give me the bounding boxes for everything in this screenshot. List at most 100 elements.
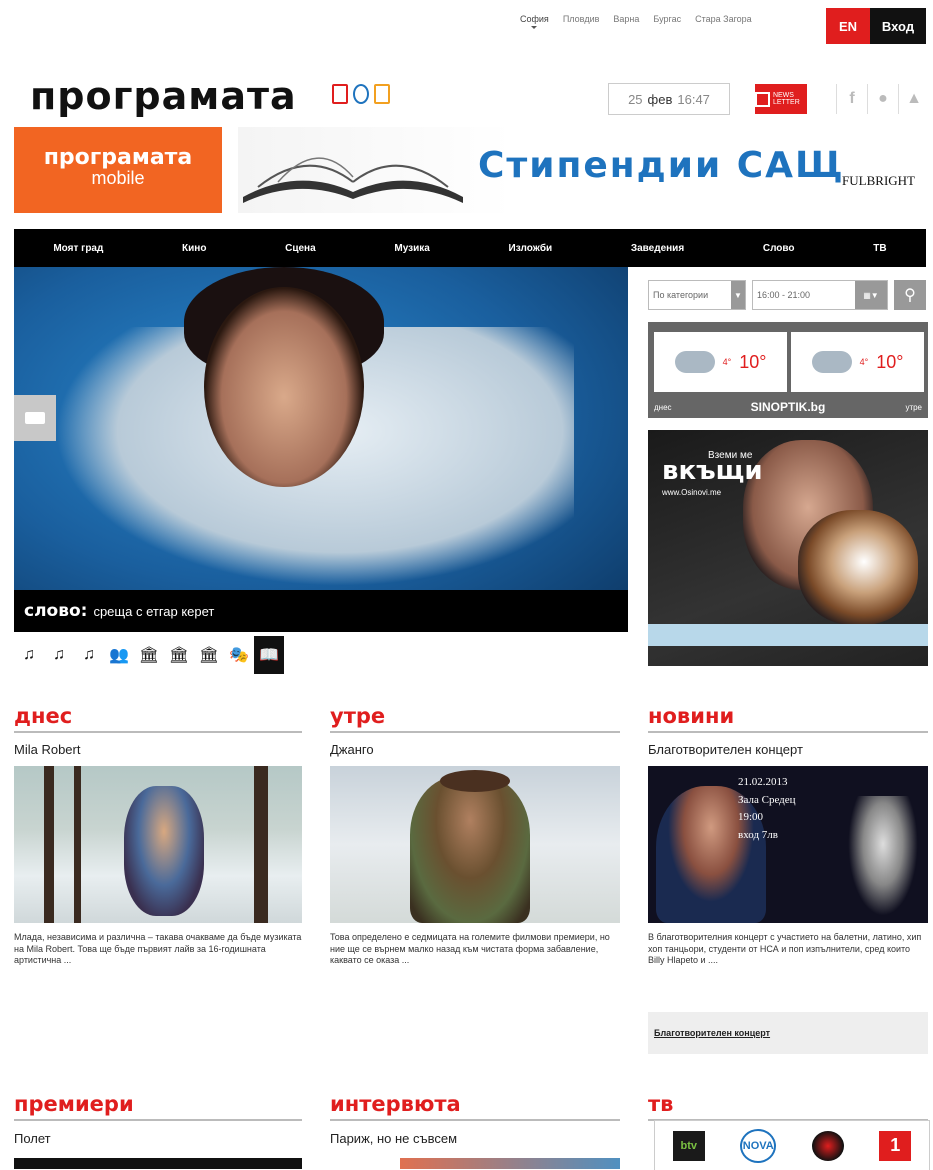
book-icon[interactable]: 📖 xyxy=(254,636,284,674)
event-filter: По категории ▼ 16:00 - 21:00 ▦▼ ⚲ xyxy=(648,280,926,310)
section-divider xyxy=(330,1119,620,1121)
tv7-logo[interactable] xyxy=(811,1130,844,1161)
hero-caption-text: среща с етгар керет xyxy=(93,603,215,619)
time-range-select[interactable]: 16:00 - 21:00 ▦▼ xyxy=(752,280,888,310)
section-divider xyxy=(14,1119,302,1121)
weather-today: 4° 10° xyxy=(654,332,787,392)
android-icon[interactable]: ▲ xyxy=(898,84,929,114)
news-item-description: В благотворителния концерт с участието н… xyxy=(648,932,922,966)
tv-channel-logos: btv NOVA 1 xyxy=(654,1120,930,1170)
phone-icon xyxy=(332,84,348,104)
news-photo-price: вход 7лв xyxy=(738,828,778,841)
date-display: 25 фев 16:47 xyxy=(608,83,730,115)
weather-today-temp: 10° xyxy=(739,351,767,372)
nav-venues[interactable]: Заведения xyxy=(631,243,684,254)
tree-trunk xyxy=(254,766,268,923)
device-icons xyxy=(332,84,390,104)
today-item-title[interactable]: Mila Robert xyxy=(14,742,80,757)
news-photo-time: 19:00 xyxy=(738,811,764,824)
fulbright-logo: FULBRIGHT xyxy=(842,173,915,188)
nav-exhibitions[interactable]: Изложби xyxy=(509,243,553,254)
language-en-button[interactable]: EN xyxy=(826,8,870,44)
theater-masks-icon[interactable]: 🎭 xyxy=(224,636,254,674)
news-item-title[interactable]: Благотворителен концерт xyxy=(648,742,803,757)
section-title-interviews[interactable]: интервюта xyxy=(330,1092,461,1116)
adoption-ad-banner[interactable]: Вземи ме вкъщи www.Osinovi.me xyxy=(648,430,928,666)
music-icon[interactable]: ♫ xyxy=(14,636,44,674)
apple-icon[interactable]: ● xyxy=(867,84,898,114)
section-title-today[interactable]: днес xyxy=(14,704,72,728)
tomorrow-item-description: Това определено е седмицата на големите … xyxy=(330,932,610,966)
nav-my-city[interactable]: Моят град xyxy=(53,243,103,254)
music-icon[interactable]: ♫ xyxy=(44,636,74,674)
tomorrow-item-title[interactable]: Джанго xyxy=(330,742,374,757)
today-item-photo[interactable] xyxy=(14,766,302,923)
ad-title: вкъщи xyxy=(662,456,763,486)
weather-today-low: 4° xyxy=(722,357,732,367)
city-link-burgas[interactable]: Бургас xyxy=(653,14,681,24)
tree-trunk xyxy=(44,766,54,923)
interviews-item-title[interactable]: Париж, но не съвсем xyxy=(330,1131,457,1146)
site-logo[interactable]: програмата xyxy=(30,74,297,118)
nav-stage[interactable]: Сцена xyxy=(285,243,316,254)
nav-word[interactable]: Слово xyxy=(763,243,795,254)
nav-tv[interactable]: ТВ xyxy=(873,243,886,254)
hero-prev-button[interactable] xyxy=(14,395,56,441)
fulbright-ad-banner[interactable]: Стипендии САЩ FULBRIGHT xyxy=(238,127,923,213)
mobile-app-banner[interactable]: програмата mobile xyxy=(14,127,222,213)
hero-caption[interactable]: слово: среща с етгар керет xyxy=(14,590,628,632)
facebook-icon[interactable]: f xyxy=(836,84,867,114)
time-range-value: 16:00 - 21:00 xyxy=(757,290,811,300)
premieres-item-photo[interactable] xyxy=(14,1158,302,1169)
nav-cinema[interactable]: Кино xyxy=(182,243,206,254)
photo-hat xyxy=(440,770,510,792)
music-icon[interactable]: ♫ xyxy=(74,636,104,674)
premieres-item-title[interactable]: Полет xyxy=(14,1131,51,1146)
nova-logo[interactable]: NOVA xyxy=(740,1128,777,1163)
category-select[interactable]: По категории ▼ xyxy=(648,280,746,310)
weather-tomorrow-temp: 10° xyxy=(876,351,904,372)
tree-trunk xyxy=(74,766,81,923)
open-book-illustration xyxy=(243,157,463,203)
museum-icon[interactable]: 🏛 xyxy=(194,636,224,674)
news-item-photo[interactable]: 21.02.2013 Зала Средец 19:00 вход 7лв xyxy=(648,766,928,923)
login-button[interactable]: Вход xyxy=(870,8,926,44)
weather-widget[interactable]: 4° 10° 4° 10° днес SINOPTIK.bg утре xyxy=(648,322,928,418)
section-divider xyxy=(330,731,620,733)
date-time: 16:47 xyxy=(677,91,710,107)
tomorrow-item-photo[interactable] xyxy=(330,766,620,923)
museum-icon[interactable]: 🏛 xyxy=(164,636,194,674)
museum-icon[interactable]: 🏛 xyxy=(134,636,164,674)
section-title-tomorrow[interactable]: утре xyxy=(330,704,385,728)
city-link-varna[interactable]: Варна xyxy=(613,14,639,24)
photo-figure xyxy=(124,786,204,916)
btv-logo[interactable]: btv xyxy=(672,1130,705,1161)
section-divider xyxy=(648,731,928,733)
city-link-sofia[interactable]: София xyxy=(520,14,549,29)
ad-url: www.Osinovi.me xyxy=(662,488,722,497)
photo-figure xyxy=(410,776,530,923)
weather-tomorrow-low: 4° xyxy=(859,357,869,367)
section-title-news[interactable]: новини xyxy=(648,704,734,728)
city-link-stara-zagora[interactable]: Стара Загора xyxy=(695,14,752,24)
section-title-premieres[interactable]: премиери xyxy=(14,1092,134,1116)
city-link-plovdiv[interactable]: Пловдив xyxy=(563,14,600,24)
people-icon[interactable]: 👥 xyxy=(104,636,134,674)
main-nav: Моят град Кино Сцена Музика Изложби Заве… xyxy=(14,229,926,267)
bnt1-logo[interactable]: 1 xyxy=(879,1130,912,1161)
cloud-icon xyxy=(674,351,715,373)
news-more-link[interactable]: Благотворителен концерт xyxy=(648,1012,928,1054)
date-month: фев xyxy=(647,91,673,107)
hero-image-face xyxy=(204,287,364,487)
section-title-tv[interactable]: тв xyxy=(648,1092,673,1116)
hero-slider[interactable]: слово: среща с етгар керет xyxy=(14,267,628,632)
ad-dog-image xyxy=(798,510,918,625)
ad-strip xyxy=(648,624,928,646)
photo-dancer xyxy=(848,796,918,916)
interviews-item-photo[interactable] xyxy=(400,1158,620,1169)
today-item-description: Млада, независима и различна – такава оч… xyxy=(14,932,302,966)
newsletter-button[interactable]: NEWS LETTER xyxy=(755,84,807,114)
news-photo-venue: Зала Средец xyxy=(738,793,796,806)
nav-music[interactable]: Музика xyxy=(394,243,429,254)
search-button[interactable]: ⚲ xyxy=(894,280,926,310)
